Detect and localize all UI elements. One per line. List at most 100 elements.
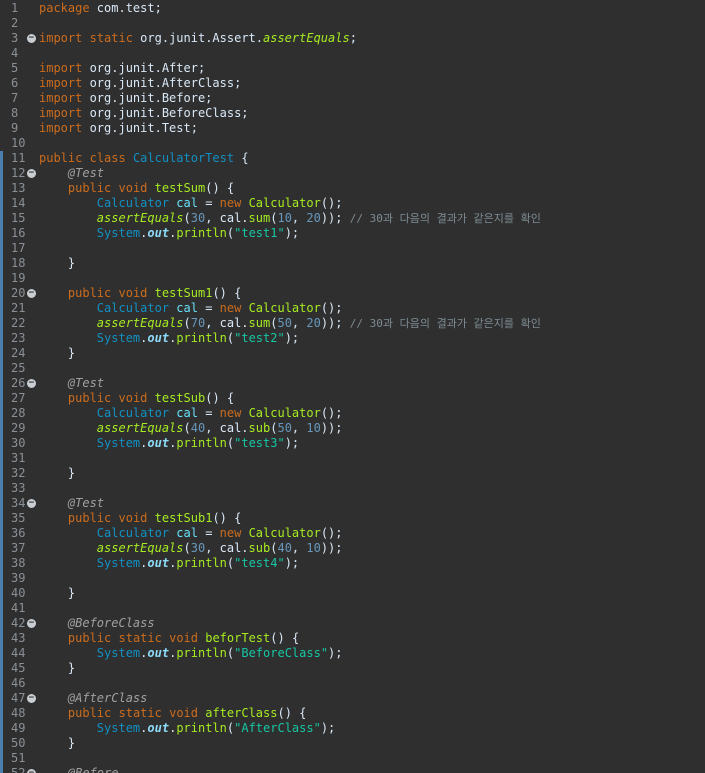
code-token-method: Calculator: [248, 301, 321, 315]
code-token-method: afterClass: [205, 706, 278, 720]
code-line[interactable]: import org.junit.After;: [39, 61, 205, 76]
code-token-plain: );: [284, 436, 300, 450]
fold-collapse-icon[interactable]: −: [27, 619, 36, 628]
code-line[interactable]: System.out.println("BeforeClass");: [39, 646, 343, 661]
code-line[interactable]: import static org.junit.Assert.assertEqu…: [39, 31, 357, 46]
code-token-method: sum: [248, 316, 271, 330]
code-token-annotation: @Test: [67, 166, 105, 180]
code-token-keyword: static: [89, 31, 133, 45]
code-token-plain: , cal.: [205, 541, 249, 555]
code-line[interactable]: @Test: [39, 496, 104, 511]
line-number: 9: [11, 121, 19, 135]
code-line[interactable]: System.out.println("test4");: [39, 556, 299, 571]
code-token-keyword: new: [219, 526, 242, 540]
code-token-plain: }: [39, 466, 76, 480]
code-line[interactable]: package com.test;: [39, 1, 162, 16]
code-token-plain: () {: [205, 181, 235, 195]
fold-collapse-icon[interactable]: −: [27, 289, 36, 298]
line-number: 45: [11, 661, 26, 675]
code-line[interactable]: System.out.println("test3");: [39, 436, 299, 451]
code-line[interactable]: public void testSub1() {: [39, 511, 241, 526]
code-line[interactable]: public void testSum() {: [39, 181, 234, 196]
code-line[interactable]: assertEquals(70, cal.sum(50, 20)); // 30…: [39, 316, 541, 331]
code-line[interactable]: import org.junit.BeforeClass;: [39, 106, 249, 121]
code-line[interactable]: }: [39, 466, 75, 481]
line-number: 14: [11, 196, 26, 210]
fold-collapse-icon[interactable]: −: [27, 769, 36, 773]
line-number: 16: [11, 226, 26, 240]
line-number: 28: [11, 406, 26, 420]
code-line[interactable]: Calculator cal = new Calculator();: [39, 526, 343, 541]
code-line[interactable]: Calculator cal = new Calculator();: [39, 196, 343, 211]
code-line[interactable]: }: [39, 346, 75, 361]
code-line[interactable]: import org.junit.Test;: [39, 121, 198, 136]
fold-collapse-icon[interactable]: −: [27, 694, 36, 703]
code-token-variable: cal: [176, 406, 198, 420]
code-line[interactable]: public static void beforTest() {: [39, 631, 299, 646]
code-line[interactable]: }: [39, 256, 75, 271]
code-line[interactable]: System.out.println("test1");: [39, 226, 299, 241]
code-line[interactable]: Calculator cal = new Calculator();: [39, 406, 343, 421]
code-token-static-field: out: [147, 646, 170, 660]
code-token-number: 30: [190, 541, 206, 555]
code-line[interactable]: @Before: [39, 766, 119, 773]
code-token-plain: org.junit.AfterClass;: [82, 76, 242, 90]
code-token-keyword: import: [39, 61, 83, 75]
code-line[interactable]: @BeforeClass: [39, 616, 155, 631]
code-token-method: beforTest: [205, 631, 271, 645]
code-token-plain: =: [197, 526, 220, 540]
code-token-method: sub: [248, 541, 271, 555]
code-token-keyword: static: [118, 706, 162, 720]
fold-collapse-icon[interactable]: −: [27, 169, 36, 178]
line-number: 34: [11, 496, 26, 510]
fold-collapse-icon[interactable]: −: [27, 499, 36, 508]
code-line[interactable]: Calculator cal = new Calculator();: [39, 301, 343, 316]
code-token-keyword: import: [39, 106, 83, 120]
code-line[interactable]: assertEquals(30, cal.sum(10, 20)); // 30…: [39, 211, 541, 226]
code-line[interactable]: @Test: [39, 166, 104, 181]
code-line[interactable]: System.out.println("AfterClass");: [39, 721, 335, 736]
code-line[interactable]: public void testSub() {: [39, 391, 234, 406]
line-number: 7: [11, 91, 19, 105]
code-line[interactable]: @AfterClass: [39, 691, 147, 706]
code-token-keyword: new: [219, 301, 242, 315]
code-line[interactable]: @Test: [39, 376, 104, 391]
code-token-plain: , cal.: [205, 316, 249, 330]
code-line[interactable]: }: [39, 661, 75, 676]
code-token-keyword: void: [118, 391, 148, 405]
code-token-plain: );: [328, 646, 343, 660]
code-line[interactable]: public class CalculatorTest {: [39, 151, 249, 166]
code-token-method: Calculator: [248, 196, 321, 210]
fold-collapse-icon[interactable]: −: [27, 379, 36, 388]
line-number-gutter: 1 2 3−4 5 6 7 8 9 10 11 12−13 14 15 16 17 18 19 20−21 22 23…: [0, 0, 36, 773]
code-token-method: println: [176, 721, 227, 735]
code-token-annotation: @Test: [67, 496, 105, 510]
code-line[interactable]: import org.junit.AfterClass;: [39, 76, 241, 91]
fold-collapse-icon[interactable]: −: [27, 34, 36, 43]
code-line[interactable]: assertEquals(30, cal.sub(40, 10));: [39, 541, 343, 556]
line-number: 21: [11, 301, 26, 315]
code-line[interactable]: public static void afterClass() {: [39, 706, 306, 721]
code-line[interactable]: assertEquals(40, cal.sub(50, 10));: [39, 421, 343, 436]
code-line[interactable]: public void testSum1() {: [39, 286, 241, 301]
code-line[interactable]: }: [39, 736, 75, 751]
code-line[interactable]: }: [39, 586, 75, 601]
code-token-static-method: assertEquals: [96, 421, 184, 435]
line-number: 51: [11, 751, 26, 765]
code-token-plain: =: [197, 196, 220, 210]
code-editor[interactable]: 1 2 3−4 5 6 7 8 9 10 11 12−13 14 15 16 17 18 19 20−21 22 23…: [0, 0, 705, 773]
code-token-plain: (: [183, 316, 191, 330]
code-token-plain: }: [39, 256, 76, 270]
code-token-keyword: import: [39, 121, 83, 135]
code-token-keyword: public: [67, 286, 112, 300]
code-line[interactable]: System.out.println("test2");: [39, 331, 299, 346]
code-line[interactable]: import org.junit.Before;: [39, 91, 212, 106]
code-token-type: System: [96, 331, 141, 345]
code-token-plain: () {: [212, 511, 242, 525]
